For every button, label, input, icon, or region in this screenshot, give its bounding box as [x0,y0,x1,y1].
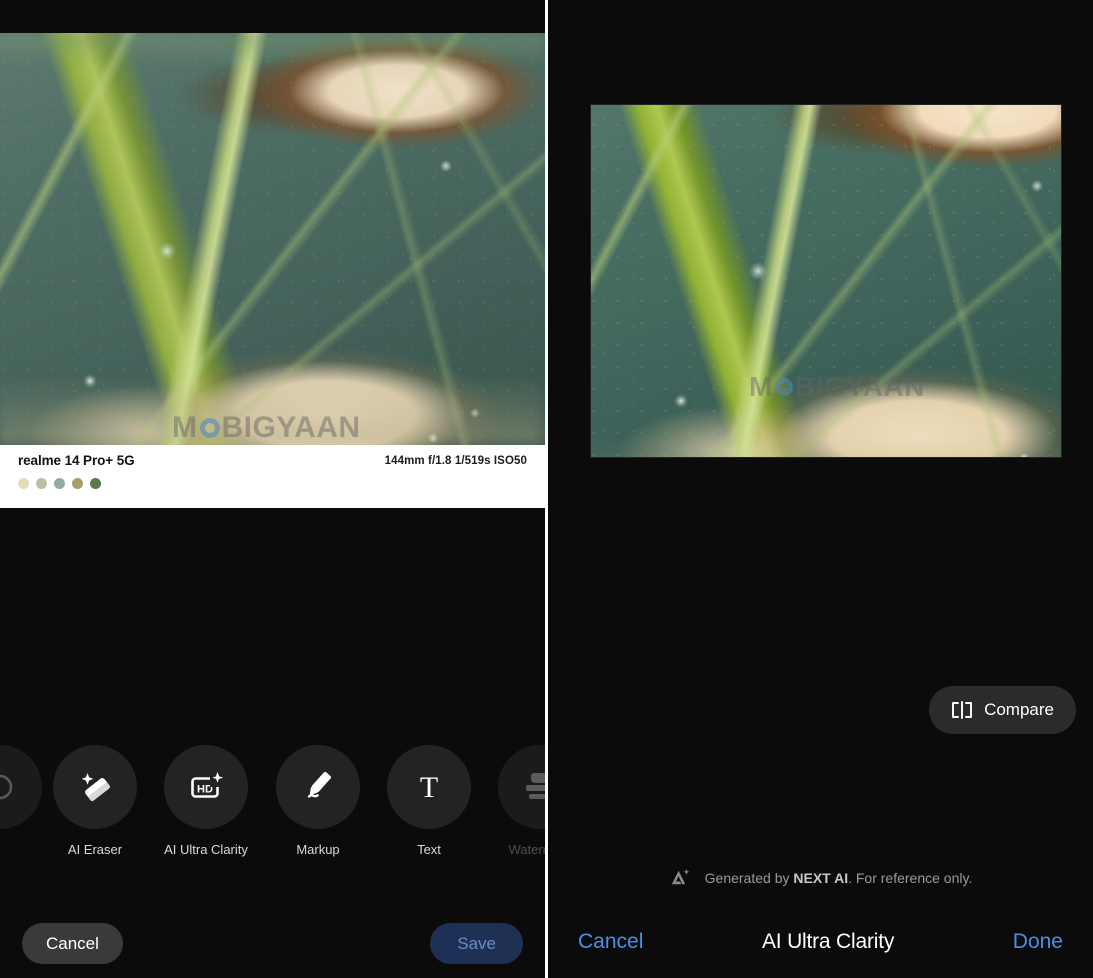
tool-item-label: AI Eraser [67,842,123,857]
leaf-photo-blur-top [0,33,545,67]
tool-item-label: Text [417,842,441,857]
generated-note-text: Generated by NEXT AI. For reference only… [705,870,973,886]
page-title: AI Ultra Clarity [762,930,895,953]
leaf-photo-waterdrops-enhanced [591,105,1061,457]
photo-card: M BIGYAAN realme 14 Pro+ 5G 144mm f/1.8 … [0,33,545,508]
app-screen: M BIGYAAN realme 14 Pro+ 5G 144mm f/1.8 … [0,0,1093,978]
enhanced-photo[interactable]: M BIGYAAN [590,104,1062,458]
ai-sparkle-icon [669,866,692,889]
svg-text:T: T [420,771,438,804]
color-swatch-3 [54,478,65,489]
cancel-nav-button[interactable]: Cancel [578,930,643,954]
eraser-sparkle-icon[interactable] [53,745,137,829]
exif-info-bar: realme 14 Pro+ 5G 144mm f/1.8 1/519s ISO… [0,445,545,508]
leaf-photo-blur-bottom-enhanced [591,441,1061,457]
tool-item-label: Markup [296,842,340,857]
color-swatch-2 [36,478,47,489]
left-action-bar: Cancel Save [0,908,545,978]
generated-note-prefix: Generated by [704,869,794,886]
generated-note-brand: NEXT AI [793,869,849,886]
save-button[interactable]: Save [430,922,523,964]
stamp-icon[interactable] [498,745,545,829]
hd-sparkle-icon[interactable]: HD [164,745,248,829]
compare-split-icon [951,700,973,720]
tool-item-ai-eraser[interactable]: AI Eraser [53,745,137,857]
tool-item-ai-ultra-clarity[interactable]: HD AI Ultra Clarity [164,745,248,857]
color-swatch-4 [72,478,83,489]
exif-specs-label: 144mm f/1.8 1/519s ISO50 [384,454,527,467]
text-t-icon[interactable]: T [387,745,471,829]
compare-button-label: Compare [984,700,1054,719]
right-bottom-nav: Cancel AI Ultra Clarity Done [548,906,1093,978]
tool-item-watermark[interactable]: Watermark [498,745,545,857]
tool-item-markup[interactable]: Markup [276,745,360,857]
edit-tools-strip[interactable]: AI Eraser HD AI Ultra Clarity Markup T Text Wa… [0,745,545,870]
ai-clarity-panel-right: M BIGYAAN Compare Generated by NEXT AI. … [548,0,1093,978]
generated-by-note: Generated by NEXT AI. For reference only… [548,866,1093,889]
color-swatch-1 [18,478,29,489]
cancel-button[interactable]: Cancel [22,922,123,964]
original-photo[interactable]: M BIGYAAN [0,33,545,445]
leaf-photo-blur-bottom [0,375,545,445]
generated-note-suffix: . For reference only. [848,869,973,886]
compare-button[interactable]: Compare [929,686,1076,734]
exif-row: realme 14 Pro+ 5G 144mm f/1.8 1/519s ISO… [0,453,545,468]
tool-item-text[interactable]: T Text [387,745,471,857]
tool-item-partial[interactable] [0,745,42,842]
done-nav-button[interactable]: Done [1013,930,1063,954]
pencil-icon[interactable] [276,745,360,829]
editor-panel-left: M BIGYAAN realme 14 Pro+ 5G 144mm f/1.8 … [0,0,545,978]
color-swatches [18,478,101,489]
tool-item-label: Watermark [508,842,545,857]
camera-model-label: realme 14 Pro+ 5G [18,453,135,468]
partial-left-icon[interactable] [0,745,42,829]
color-swatch-5 [90,478,101,489]
tool-item-label: AI Ultra Clarity [164,842,248,857]
